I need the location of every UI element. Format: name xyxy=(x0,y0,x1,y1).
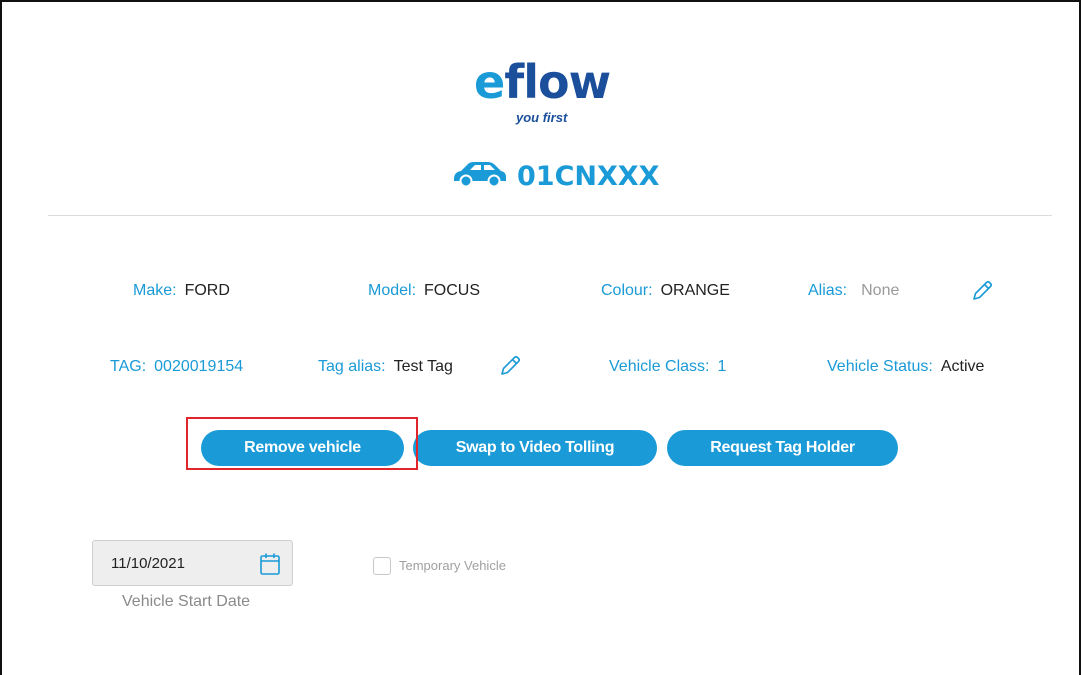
vehicle-status-field: Vehicle Status: Active xyxy=(827,358,984,376)
colour-field: Colour: ORANGE xyxy=(601,282,730,300)
vehicle-class-field: Vehicle Class: 1 xyxy=(609,358,726,376)
make-value: FORD xyxy=(184,282,230,299)
logo-flow: flow xyxy=(504,55,611,109)
model-label: Model: xyxy=(368,282,417,299)
swap-to-video-tolling-button[interactable]: Swap to Video Tolling xyxy=(413,430,657,466)
highlight-box xyxy=(186,417,418,470)
model-field: Model: FOCUS xyxy=(368,282,480,300)
alias-value: None xyxy=(861,282,900,299)
start-date-value: 11/10/2021 xyxy=(111,555,185,572)
alias-field: Alias: None xyxy=(808,282,899,300)
request-tag-holder-button[interactable]: Request Tag Holder xyxy=(667,430,898,466)
tag-field: TAG: 0020019154 xyxy=(110,358,243,376)
edit-tag-alias-pencil-icon[interactable] xyxy=(497,353,523,384)
temporary-vehicle-checkbox[interactable] xyxy=(373,557,391,575)
vehicle-class-label: Vehicle Class: xyxy=(609,358,710,375)
logo-wordmark: eflow xyxy=(474,52,611,112)
vehicle-heading: 01CNXXX xyxy=(451,156,659,196)
car-icon xyxy=(451,159,509,194)
vehicle-status-value: Active xyxy=(940,358,985,375)
colour-label: Colour: xyxy=(601,282,653,299)
tag-alias-field: Tag alias: Test Tag xyxy=(318,358,453,376)
tag-label: TAG: xyxy=(110,358,147,375)
model-value: FOCUS xyxy=(424,282,481,299)
header-divider xyxy=(48,215,1052,216)
vehicle-class-value: 1 xyxy=(717,358,727,375)
tag-alias-value: Test Tag xyxy=(393,358,453,375)
logo-tagline: you first xyxy=(516,110,568,125)
tag-alias-label: Tag alias: xyxy=(318,358,386,375)
temporary-vehicle-label: Temporary Vehicle xyxy=(399,558,506,573)
make-label: Make: xyxy=(133,282,177,299)
start-date-label: Vehicle Start Date xyxy=(122,593,251,610)
make-field: Make: FORD xyxy=(133,282,230,300)
vehicle-status-label: Vehicle Status: xyxy=(827,358,933,375)
tag-value: 0020019154 xyxy=(154,358,244,375)
colour-value: ORANGE xyxy=(660,282,730,299)
calendar-icon[interactable] xyxy=(259,552,281,581)
vehicle-plate: 01CNXXX xyxy=(517,160,660,192)
logo-e: e xyxy=(474,55,505,109)
edit-alias-pencil-icon[interactable] xyxy=(969,278,995,309)
alias-label: Alias: xyxy=(808,282,848,299)
start-date-input[interactable]: 11/10/2021 xyxy=(92,540,293,586)
eflow-logo: eflow you first xyxy=(470,52,630,142)
